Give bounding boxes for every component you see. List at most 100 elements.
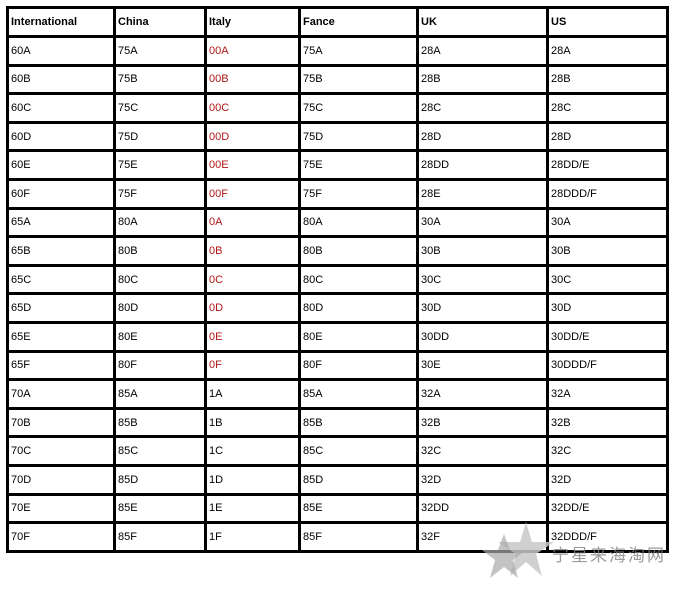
table-cell-uk: 32B [416,406,549,439]
header-row: International China Italy Fance UK US [6,6,669,38]
table-cell-italy: 0D [204,292,301,324]
table-cell-international: 60F [6,177,116,210]
table-cell-italy: 1B [204,406,301,439]
table-cell-fance: 80C [298,263,419,296]
table-cell-fance: 80A [298,206,419,239]
table-cell-uk: 30B [416,235,549,267]
table-cell-us: 30C [546,263,669,296]
column-header-international: International [6,6,116,38]
table-cell-fance: 75E [298,149,419,181]
table-row: 60D 75D 00D 75D 28D 28D [6,120,669,153]
table-cell-italy: 1E [204,492,301,525]
table-cell-fance: 75A [298,35,419,67]
table-cell-italy: 00B [204,63,301,96]
table-cell-international: 60B [6,63,116,96]
table-cell-uk: 30C [416,263,549,296]
table-row: 70D 85D 1D 85D 32D 32D [6,463,669,496]
table-cell-china: 85C [113,435,207,467]
table-cell-us: 30A [546,206,669,239]
table-cell-fance: 85D [298,463,419,496]
table-row: 60E 75E 00E 75E 28DD 28DD/E [6,149,669,181]
table-cell-italy: 00F [204,177,301,210]
table-cell-italy: 00A [204,35,301,67]
table-cell-us: 28DD/E [546,149,669,181]
table-row: 65A 80A 0A 80A 30A 30A [6,206,669,239]
column-header-uk: UK [416,6,549,38]
table-row: 70A 85A 1A 85A 32A 32A [6,378,669,410]
table-row: 60F 75F 00F 75F 28E 28DDD/F [6,177,669,210]
column-header-fance: Fance [298,6,419,38]
table-row: 65D 80D 0D 80D 30D 30D [6,292,669,324]
table-cell-international: 65D [6,292,116,324]
table-cell-uk: 30DD [416,320,549,353]
table-cell-us: 30B [546,235,669,267]
table-cell-fance: 75B [298,63,419,96]
table-cell-us: 28DDD/F [546,177,669,210]
table-cell-us: 32DD/E [546,492,669,525]
table-row: 70F 85F 1F 85F 32F 32DDD/F [6,521,669,553]
table-cell-us: 28C [546,92,669,124]
table-cell-china: 80D [113,292,207,324]
table-cell-china: 75F [113,177,207,210]
table-cell-fance: 75F [298,177,419,210]
table-cell-china: 75A [113,35,207,67]
table-cell-international: 65B [6,235,116,267]
table-cell-international: 70A [6,378,116,410]
table-cell-international: 65A [6,206,116,239]
table-cell-italy: 00C [204,92,301,124]
table-cell-international: 65E [6,320,116,353]
table-cell-uk: 28E [416,177,549,210]
table-cell-uk: 32F [416,521,549,553]
table-cell-china: 85E [113,492,207,525]
table-cell-international: 65C [6,263,116,296]
table-cell-china: 75E [113,149,207,181]
table-cell-us: 32B [546,406,669,439]
table-cell-china: 75D [113,120,207,153]
table-cell-uk: 32A [416,378,549,410]
table-cell-us: 30DD/E [546,320,669,353]
table-cell-italy: 1A [204,378,301,410]
table-cell-fance: 85F [298,521,419,553]
table-cell-fance: 85E [298,492,419,525]
table-cell-italy: 0A [204,206,301,239]
table-cell-china: 85D [113,463,207,496]
table-cell-italy: 1D [204,463,301,496]
table-cell-fance: 85B [298,406,419,439]
table-cell-uk: 32C [416,435,549,467]
table-cell-fance: 85C [298,435,419,467]
table-cell-italy: 0F [204,349,301,382]
table-cell-china: 80C [113,263,207,296]
table-cell-italy: 0C [204,263,301,296]
table-cell-international: 70D [6,463,116,496]
table-cell-us: 28D [546,120,669,153]
table-cell-china: 80A [113,206,207,239]
table-cell-italy: 1C [204,435,301,467]
table-cell-uk: 32D [416,463,549,496]
table-row: 70B 85B 1B 85B 32B 32B [6,406,669,439]
table-cell-china: 85B [113,406,207,439]
table-cell-uk: 30D [416,292,549,324]
table-cell-fance: 85A [298,378,419,410]
table-cell-international: 60D [6,120,116,153]
table-cell-us: 32C [546,435,669,467]
table-row: 60A 75A 00A 75A 28A 28A [6,35,669,67]
table-cell-china: 80F [113,349,207,382]
table-cell-uk: 32DD [416,492,549,525]
table-cell-uk: 28D [416,120,549,153]
table-row: 65B 80B 0B 80B 30B 30B [6,235,669,267]
table-cell-italy: 00E [204,149,301,181]
table-cell-us: 32DDD/F [546,521,669,553]
table-row: 70C 85C 1C 85C 32C 32C [6,435,669,467]
table-cell-china: 80B [113,235,207,267]
table-cell-china: 75C [113,92,207,124]
table-cell-international: 70F [6,521,116,553]
table-cell-fance: 80E [298,320,419,353]
table-cell-us: 28A [546,35,669,67]
table-cell-italy: 1F [204,521,301,553]
table-cell-uk: 30E [416,349,549,382]
table-cell-china: 85A [113,378,207,410]
table-cell-international: 70E [6,492,116,525]
table-row: 65F 80F 0F 80F 30E 30DDD/F [6,349,669,382]
table-cell-international: 60E [6,149,116,181]
table-row: 70E 85E 1E 85E 32DD 32DD/E [6,492,669,525]
